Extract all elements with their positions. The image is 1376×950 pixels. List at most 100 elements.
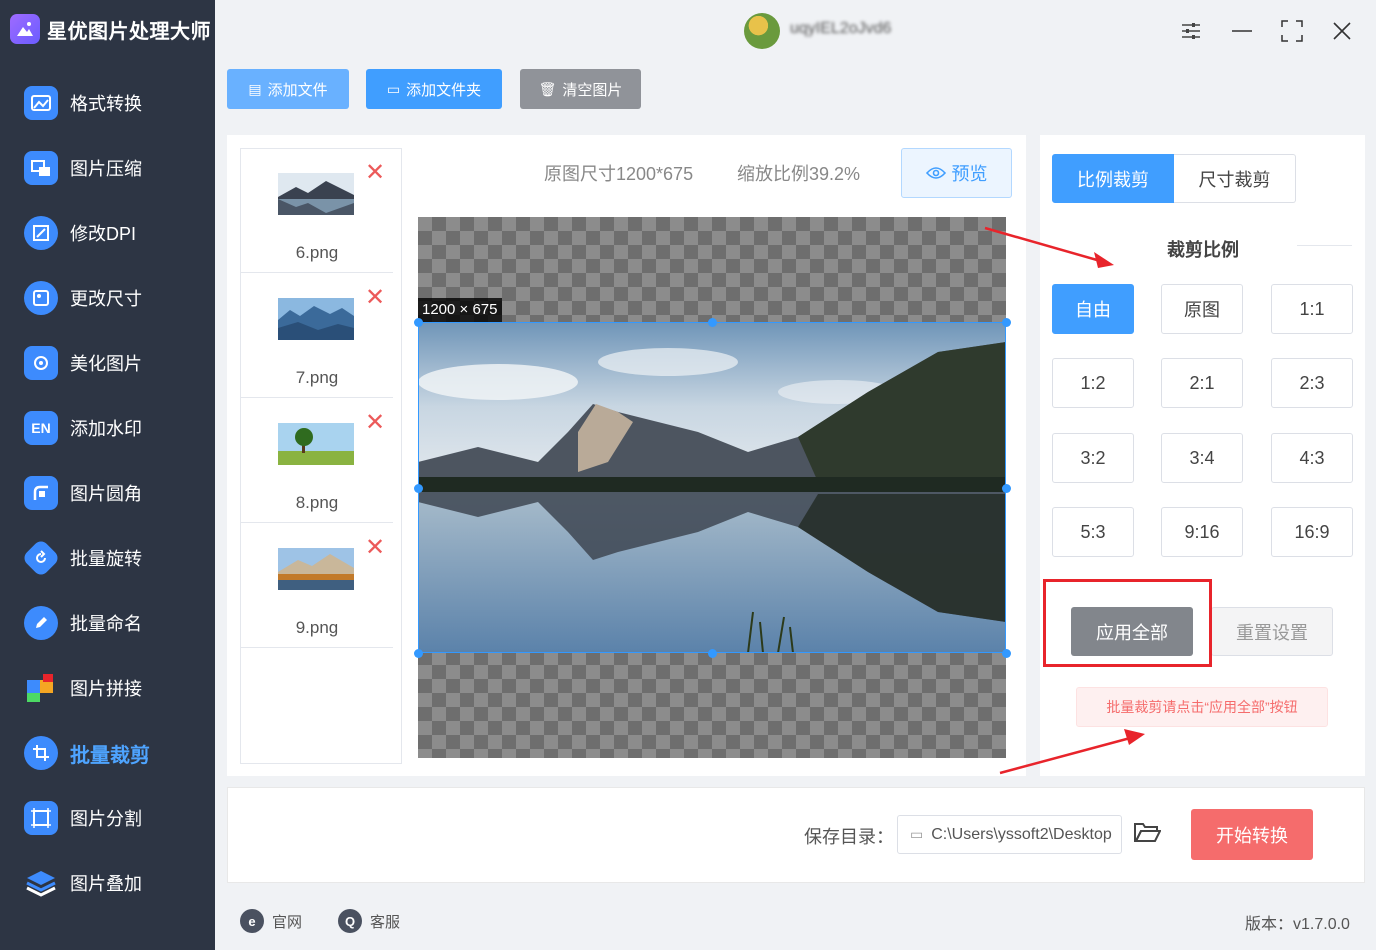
- tab-ratio-crop[interactable]: 比例裁剪: [1052, 154, 1174, 203]
- save-directory-label: 保存目录：: [804, 827, 894, 847]
- app-title: 星优图片处理大师: [47, 20, 211, 43]
- website-link[interactable]: e 官网: [240, 908, 302, 934]
- sidebar-item-compress[interactable]: 图片压缩: [24, 148, 142, 188]
- ratio-5-3-button[interactable]: 5:3: [1052, 507, 1134, 557]
- puzzle-icon: [24, 671, 58, 705]
- crop-handle-top[interactable]: [708, 318, 717, 327]
- sidebar-item-puzzle[interactable]: 图片拼接: [24, 668, 142, 708]
- ratio-4-3-button[interactable]: 4:3: [1271, 433, 1353, 483]
- sidebar-item-beautify[interactable]: 美化图片: [24, 343, 142, 383]
- add-file-label: 添加文件: [267, 81, 328, 99]
- crop-handle-bottom[interactable]: [708, 649, 717, 658]
- crop-handle-top-left[interactable]: [414, 318, 423, 327]
- avatar[interactable]: [744, 13, 780, 49]
- dpi-icon: [24, 216, 58, 250]
- sidebar-item-rounded-corner[interactable]: 图片圆角: [24, 473, 142, 513]
- divider: [1297, 245, 1352, 246]
- sidebar-item-split[interactable]: 图片分割: [24, 798, 142, 838]
- compress-icon: [24, 151, 58, 185]
- delete-file-icon[interactable]: ✕: [365, 161, 385, 185]
- add-folder-label: 添加文件夹: [406, 81, 482, 99]
- thumbnail-image: [278, 173, 354, 215]
- save-path-input[interactable]: ▭ C:\Users\yssoft2\Desktop: [897, 815, 1122, 854]
- rounded-corner-icon: [24, 476, 58, 510]
- rotate-icon: [21, 538, 61, 578]
- file-name: 8.png: [295, 493, 339, 512]
- sidebar-item-label: 添加水印: [70, 419, 142, 439]
- thumbnail-image: [278, 423, 354, 465]
- maximize-icon[interactable]: [1277, 16, 1307, 46]
- crop-icon: [24, 736, 58, 770]
- ratio-free-button[interactable]: 自由: [1052, 284, 1134, 334]
- crop-handle-left[interactable]: [414, 484, 423, 493]
- ratio-2-3-button[interactable]: 2:3: [1271, 358, 1353, 408]
- sidebar-item-format-convert[interactable]: 格式转换: [24, 83, 142, 123]
- file-list[interactable]: ✕ 6.png ✕ 7.png ✕ 8.png ✕ 9.png: [240, 148, 402, 764]
- list-item[interactable]: ✕ 6.png: [241, 149, 393, 273]
- service-label: 客服: [370, 913, 401, 931]
- crop-ratio-title: 裁剪比例: [1167, 240, 1239, 260]
- ratio-1-1-button[interactable]: 1:1: [1271, 284, 1353, 334]
- delete-file-icon[interactable]: ✕: [365, 411, 385, 435]
- file-name: 9.png: [295, 618, 339, 637]
- resize-icon: [24, 281, 58, 315]
- version-text: 版本：v1.7.0.0: [1245, 916, 1350, 933]
- browse-folder-icon[interactable]: [1133, 820, 1162, 848]
- reset-settings-button[interactable]: 重置设置: [1211, 607, 1333, 656]
- ratio-1-2-button[interactable]: 1:2: [1052, 358, 1134, 408]
- ratio-16-9-button[interactable]: 16:9: [1271, 507, 1353, 557]
- list-item[interactable]: ✕ 9.png: [241, 524, 393, 648]
- crop-handle-bottom-left[interactable]: [414, 649, 423, 658]
- sidebar-item-label: 批量命名: [70, 614, 142, 634]
- clear-images-button[interactable]: 🗑 清空图片: [520, 69, 641, 109]
- list-item[interactable]: ✕ 8.png: [241, 399, 393, 523]
- scale-text: 缩放比例39.2%: [737, 164, 861, 184]
- sidebar-item-rename[interactable]: 批量命名: [24, 603, 142, 643]
- save-path-value: C:\Users\yssoft2\Desktop: [931, 825, 1112, 843]
- crop-handle-top-right[interactable]: [1002, 318, 1011, 327]
- close-icon[interactable]: [1327, 16, 1357, 46]
- ratio-original-button[interactable]: 原图: [1161, 284, 1243, 334]
- sidebar-item-layers[interactable]: 图片叠加: [24, 863, 142, 903]
- eye-icon: [925, 167, 946, 179]
- folder-outline-icon: ▭: [910, 826, 924, 842]
- image-convert-icon: [24, 86, 58, 120]
- ratio-3-4-button[interactable]: 3:4: [1161, 433, 1243, 483]
- chat-icon: Q: [338, 909, 362, 933]
- delete-file-icon[interactable]: ✕: [365, 536, 385, 560]
- sidebar-item-label: 图片压缩: [70, 159, 142, 179]
- ratio-3-2-button[interactable]: 3:2: [1052, 433, 1134, 483]
- crop-handle-bottom-right[interactable]: [1002, 649, 1011, 658]
- sidebar-item-label: 图片分割: [70, 809, 142, 829]
- sidebar-item-batch-crop[interactable]: 批量裁剪: [24, 733, 150, 773]
- rename-icon: [24, 606, 58, 640]
- list-item[interactable]: ✕ 7.png: [241, 274, 393, 398]
- username: uqyIEL2oJvd6: [790, 20, 892, 37]
- sidebar-item-watermark[interactable]: EN 添加水印: [24, 408, 142, 448]
- ratio-2-1-button[interactable]: 2:1: [1161, 358, 1243, 408]
- crop-handle-right[interactable]: [1002, 484, 1011, 493]
- add-folder-button[interactable]: ▭ 添加文件夹: [366, 69, 502, 109]
- file-name: 7.png: [295, 368, 339, 387]
- crop-dimensions-label: 1200 × 675: [418, 298, 502, 322]
- sidebar: 星优图片处理大师 格式转换 图片压缩 修改DPI 更改尺寸 美化图片 EN 添加…: [0, 0, 215, 950]
- sidebar-item-rotate[interactable]: 批量旋转: [21, 538, 142, 578]
- sidebar-item-resize[interactable]: 更改尺寸: [24, 278, 142, 318]
- sidebar-item-label: 批量裁剪: [70, 744, 150, 767]
- split-icon: [24, 801, 58, 835]
- delete-file-icon[interactable]: ✕: [365, 286, 385, 310]
- tab-size-crop[interactable]: 尺寸裁剪: [1174, 154, 1296, 203]
- customer-service-link[interactable]: Q 客服: [338, 908, 400, 934]
- crop-frame[interactable]: [418, 322, 1006, 653]
- settings-sliders-icon[interactable]: [1176, 16, 1206, 46]
- layers-icon: [24, 866, 58, 900]
- ratio-9-16-button[interactable]: 9:16: [1161, 507, 1243, 557]
- original-size-text: 原图尺寸1200*675: [544, 164, 694, 184]
- add-file-button[interactable]: ▤ 添加文件: [227, 69, 349, 109]
- sidebar-item-label: 图片叠加: [70, 874, 142, 894]
- start-convert-button[interactable]: 开始转换: [1191, 809, 1313, 860]
- preview-button[interactable]: 预览: [901, 148, 1012, 198]
- minimize-icon[interactable]: [1227, 16, 1257, 46]
- folder-icon: ▭: [386, 80, 401, 97]
- sidebar-item-dpi[interactable]: 修改DPI: [24, 213, 136, 253]
